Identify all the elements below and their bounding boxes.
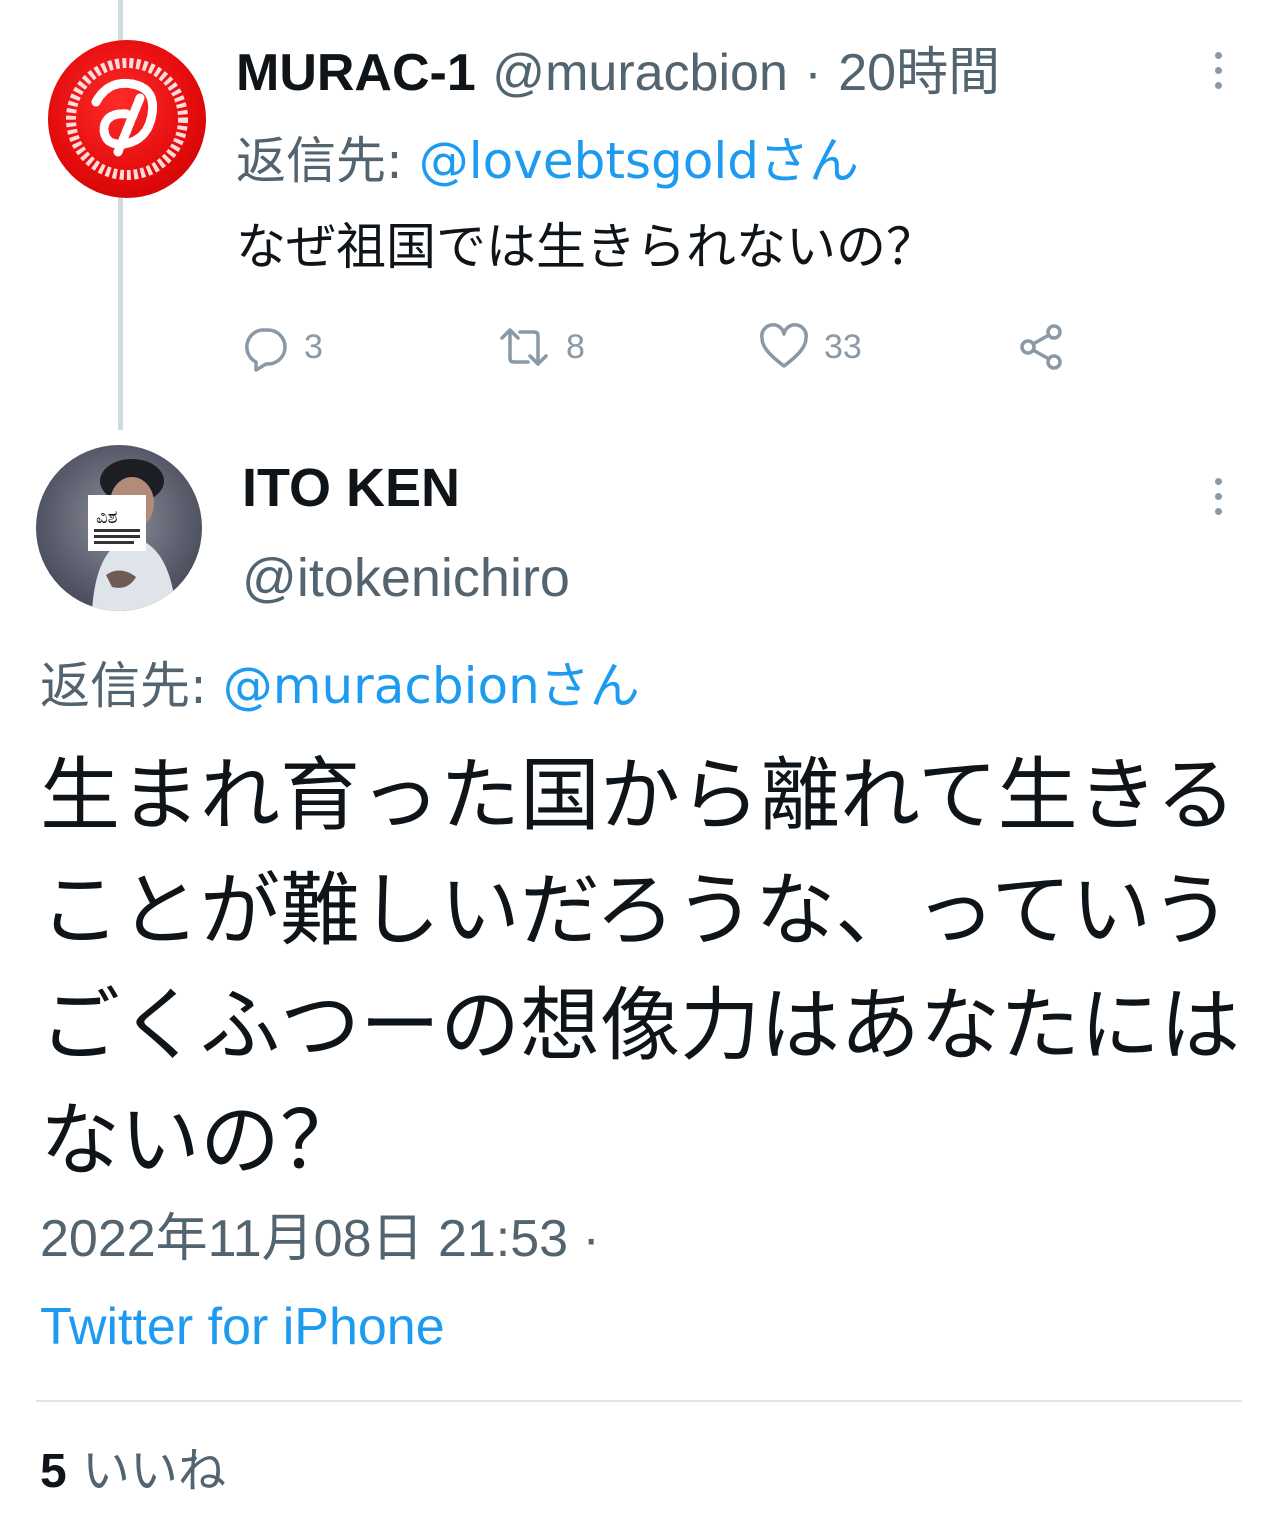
likes-summary[interactable]: 5 いいね (40, 1440, 226, 1503)
avatar-murac[interactable] (48, 40, 206, 198)
svg-text:ವಿಶ: ವಿಶ (96, 507, 118, 528)
retweet-count: 8 (566, 327, 585, 366)
like-count: 33 (824, 327, 862, 366)
tweet2-reply-context: 返信先: @muracbionさん (40, 655, 640, 717)
reply-icon (245, 328, 287, 372)
tweet2-reply-link[interactable]: @muracbionさん (223, 657, 640, 715)
tweet1-handle[interactable]: @muracbion (492, 44, 788, 102)
tweet1-reply-context: 返信先: @lovebtsgoldさん (236, 130, 859, 192)
tweet1-reply-prefix: 返信先: (236, 132, 403, 190)
tweet1-reply-link[interactable]: @lovebtsgoldさん (419, 132, 859, 190)
tweet2-display-name[interactable]: ITO KEN (242, 455, 460, 521)
tweet2-text: 生まれ育った国から離れて生きることが難しいだろうな、っていうごくふつーの想像力は… (40, 749, 1240, 1187)
tweet1-separator: · (804, 44, 822, 102)
tweet2-handle[interactable]: @itokenichiro (242, 545, 570, 611)
share-icon (1020, 324, 1062, 370)
tweet1-more-icon[interactable] (1208, 52, 1228, 89)
avatar-photo: ವಿಶ (88, 459, 176, 611)
likes-count: 5 (40, 1445, 67, 1498)
tweet2-reply-prefix: 返信先: (40, 657, 207, 715)
retweet-icon (500, 328, 548, 366)
like-button[interactable]: 33 (758, 322, 862, 372)
tweet2-timestamp[interactable]: 2022年11月08日 21:53 · (40, 1206, 600, 1272)
likes-label: いいね (81, 1443, 226, 1499)
tweet1-text: なぜ祖国では生きられないの？ (236, 218, 936, 276)
reply-count: 3 (304, 327, 323, 366)
like-icon (760, 323, 808, 368)
divider (36, 1400, 1242, 1402)
reply-button[interactable]: 3 (240, 322, 323, 372)
tweet1-time[interactable]: 20時間 (838, 44, 1000, 102)
tweet1-header: MURAC-1 @muracbion · 20時間 (236, 40, 1000, 106)
tweet2-more-icon[interactable] (1208, 478, 1228, 515)
tweet2-source-link[interactable]: Twitter for iPhone (40, 1294, 445, 1360)
retweet-button[interactable]: 8 (496, 322, 585, 372)
tweet1-display-name[interactable]: MURAC-1 (236, 44, 476, 102)
avatar-itoken[interactable]: ವಿಶ (36, 445, 202, 611)
share-button[interactable] (1016, 322, 1068, 372)
avatar-logo-icon (66, 58, 188, 180)
